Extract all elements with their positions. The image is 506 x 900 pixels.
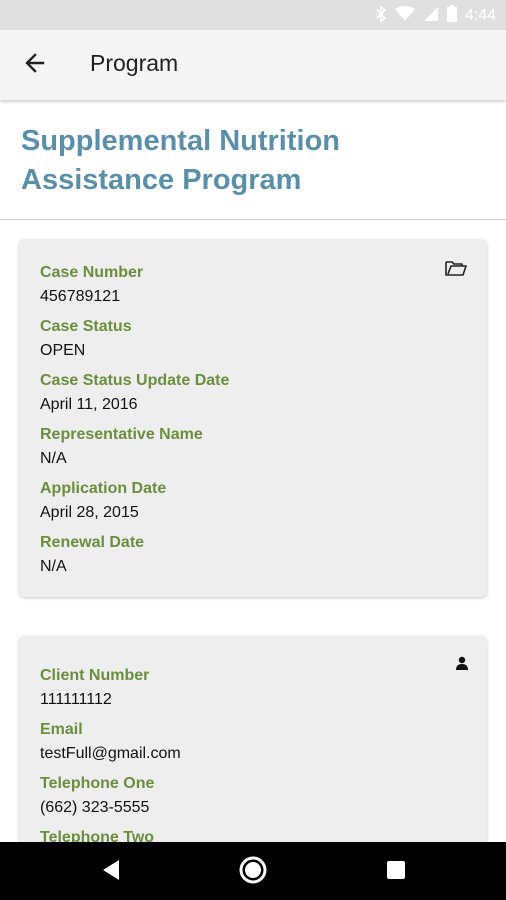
application-date-field: Application Date April 28, 2015 <box>40 479 166 523</box>
renewal-date-field: Renewal Date N/A <box>40 533 144 577</box>
battery-icon <box>446 5 457 27</box>
telephone-one-field: Telephone One (662) 323-5555 <box>40 774 154 818</box>
nav-back-button[interactable] <box>95 856 127 888</box>
app-bar-title: Program <box>90 50 179 76</box>
case-number-field: Case Number 456789121 <box>40 263 143 307</box>
field-value: April 28, 2015 <box>40 504 139 521</box>
field-label: Email <box>40 721 83 738</box>
status-time: 4:44 <box>464 7 496 24</box>
field-label: Case Status <box>40 318 132 335</box>
field-value: N/A <box>40 450 67 467</box>
status-icons: 4:44 <box>375 4 496 27</box>
field-value: (662) 323-5555 <box>40 799 150 816</box>
bluetooth-icon <box>375 4 387 27</box>
field-value: 456789121 <box>40 288 121 305</box>
page-header: Supplemental Nutrition Assistance Progra… <box>0 100 506 220</box>
program-title: Supplemental Nutrition Assistance Progra… <box>21 125 340 196</box>
field-label: Telephone One <box>40 775 155 792</box>
wifi-icon <box>394 5 415 27</box>
field-value: testFull@gmail.com <box>40 745 181 762</box>
arrow-left-icon <box>23 51 47 80</box>
app-bar: Program <box>0 30 506 100</box>
field-label: Renewal Date <box>40 534 145 551</box>
folder-open-icon <box>445 259 467 282</box>
recents-square-icon <box>386 860 406 885</box>
case-card: Case Number 456789121 Case Status OPEN C… <box>19 239 487 597</box>
email-field: Email testFull@gmail.com <box>40 720 181 764</box>
case-status-field: Case Status OPEN <box>40 317 132 361</box>
field-label: Application Date <box>40 480 167 497</box>
field-value: April 11, 2016 <box>40 396 138 413</box>
field-label: Case Status Update Date <box>40 372 230 389</box>
nav-home-button[interactable] <box>237 856 269 888</box>
back-button[interactable] <box>18 49 52 81</box>
home-circle-icon <box>238 855 268 890</box>
signal-icon <box>423 6 439 27</box>
back-triangle-icon <box>101 859 121 886</box>
field-value: OPEN <box>40 342 86 359</box>
field-label: Representative Name <box>40 426 203 443</box>
status-bar: 4:44 <box>0 0 506 30</box>
field-value: N/A <box>40 558 67 575</box>
nav-recents-button[interactable] <box>380 856 412 888</box>
field-label: Case Number <box>40 264 144 281</box>
representative-name-field: Representative Name N/A <box>40 425 203 469</box>
system-nav-bar <box>0 842 506 900</box>
case-status-update-date-field: Case Status Update Date April 11, 2016 <box>40 371 229 415</box>
field-value: 111111112 <box>40 691 112 708</box>
client-number-field: Client Number 111111112 <box>40 666 149 710</box>
client-card: Client Number 111111112 Email testFull@g… <box>19 636 487 866</box>
person-icon <box>456 656 468 675</box>
field-label: Client Number <box>40 667 150 684</box>
